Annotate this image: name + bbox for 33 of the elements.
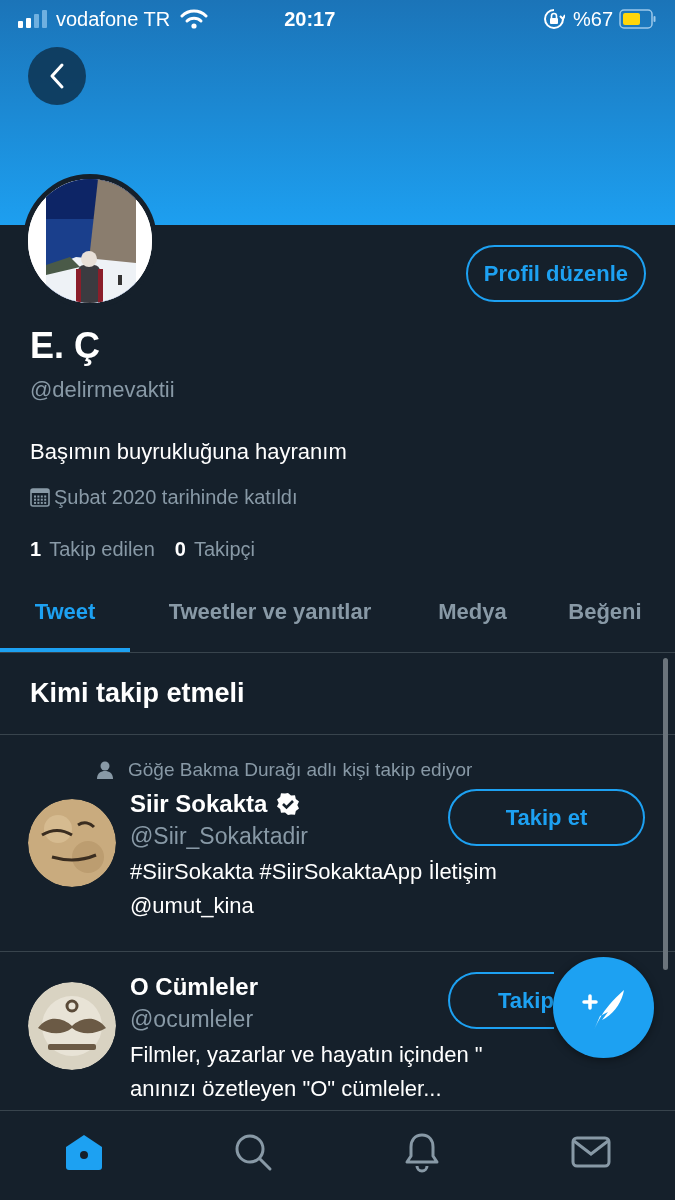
person-icon <box>96 761 114 780</box>
battery-icon <box>619 9 657 29</box>
follow-button[interactable]: Takip et <box>448 789 645 847</box>
account-bio: #SiirSokakta #SiirSokaktaApp İletişim @umut_kina <box>130 858 498 921</box>
profile-name: E. Ç <box>30 324 101 368</box>
calendar-icon <box>30 487 50 507</box>
profile-handle: @delirmevaktii <box>30 376 176 404</box>
section-title: Kimi takip etmeli <box>30 677 245 711</box>
back-icon <box>49 62 65 90</box>
profile-tab[interactable]: Tweet <box>0 575 130 652</box>
account-name: Siir Sokakta <box>130 789 268 820</box>
profile-bio: Başımın buyrukluğuna hayranım <box>30 438 348 466</box>
follow-context: Göğe Bakma Durağı adlı kişi takip ediyor <box>128 758 473 783</box>
status-time: 20:17 <box>284 7 336 32</box>
profile-tab[interactable]: Medya <box>410 575 535 652</box>
carrier-name: vodafone TR <box>56 7 171 32</box>
stat-label: Takipçi <box>193 537 255 562</box>
stat-count: 1 <box>30 537 42 562</box>
profile-tab[interactable]: Beğeni <box>535 575 675 652</box>
account-handle: @ocumleler <box>130 1005 255 1035</box>
account-bio: Filmler, yazarlar ve hayatın içinden " anınızı özetleyen "O" cümleler... <box>130 1041 484 1104</box>
stat-count: 0 <box>174 537 186 562</box>
rotation-lock-icon <box>542 8 565 30</box>
signal-icon <box>18 10 48 28</box>
edit-profile-button[interactable]: Profil düzenle <box>465 245 646 302</box>
back-button[interactable] <box>28 47 86 105</box>
account-name: O Cümleler <box>130 972 259 1003</box>
battery-percent: %67 <box>572 7 613 32</box>
joined-date: Şubat 2020 tarihinde katıldı <box>54 485 298 510</box>
account-handle: @Siir_Sokaktadir <box>130 822 309 852</box>
stat-label: Takip edilen <box>49 537 155 562</box>
profile-tab[interactable]: Tweetler ve yanıtlar <box>130 575 410 652</box>
wifi-icon <box>180 9 209 29</box>
